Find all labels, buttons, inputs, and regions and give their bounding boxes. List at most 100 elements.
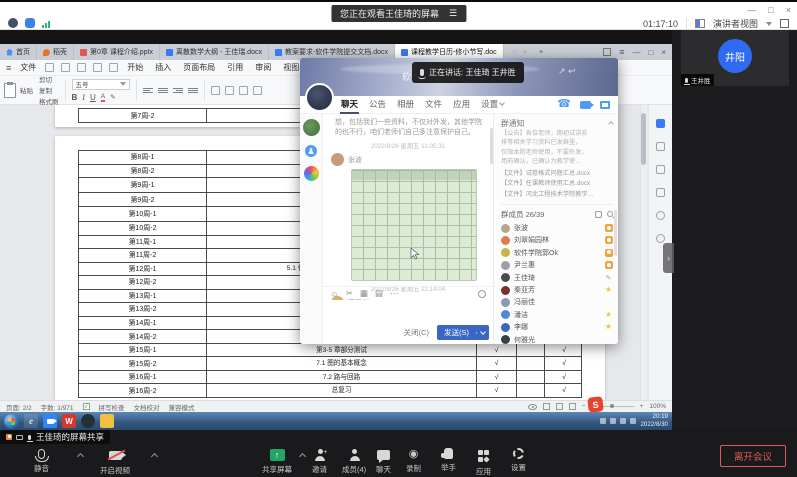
chat-tab[interactable]: 聊天 <box>340 96 359 114</box>
paste-button[interactable]: 粘贴 <box>20 85 33 95</box>
italic-button[interactable]: I <box>82 93 85 102</box>
start-button[interactable] <box>4 414 19 429</box>
member-row[interactable]: 潘洁 <box>501 309 613 321</box>
paste-icon[interactable] <box>4 83 16 98</box>
zoom-out-button[interactable]: − <box>582 403 586 410</box>
restore-button[interactable]: □ <box>768 5 773 15</box>
camera-button[interactable]: 开启视频 <box>100 449 130 476</box>
ie-taskbar-icon[interactable]: e <box>24 414 38 428</box>
wps-restore-button[interactable]: □ <box>648 48 653 57</box>
spellcheck-checkbox[interactable]: √ <box>83 403 90 410</box>
chat-tab[interactable]: 应用 <box>452 96 471 114</box>
member-row[interactable]: 刘翠娟园林 <box>501 234 613 246</box>
chat-tab[interactable]: 公告 <box>368 96 387 114</box>
mute-options-caret[interactable] <box>77 453 84 460</box>
close-tab-icon[interactable]: × <box>523 49 527 56</box>
screenshot-icon[interactable]: ✂ <box>346 288 353 299</box>
apps-button[interactable]: 应用 <box>476 449 491 477</box>
message-history-icon[interactable] <box>478 290 486 298</box>
send-button[interactable]: 发送(S) <box>437 325 489 340</box>
settings-button[interactable]: 设置 <box>511 448 526 473</box>
comment-icon[interactable] <box>656 119 665 128</box>
banner-menu-icon[interactable]: ☰ <box>449 8 457 19</box>
ribbon-menu-item[interactable]: 插入 <box>153 61 173 74</box>
participant-tile[interactable]: 井阳 王井胜 <box>681 30 789 86</box>
image-icon[interactable]: ▦ <box>360 288 368 299</box>
main-menu-icon[interactable]: ≡ <box>6 63 11 73</box>
number-list-icon[interactable] <box>225 86 234 95</box>
members-button[interactable]: 成员(4) <box>342 449 366 475</box>
search-icon[interactable] <box>607 211 613 217</box>
wps-document-tab[interactable]: 第0章 课程介绍.pptx <box>74 44 160 60</box>
tray-icon[interactable] <box>630 418 636 424</box>
panel-scrollbar[interactable] <box>614 210 617 256</box>
view-mode-selector[interactable]: 演讲者视图 <box>713 17 758 30</box>
member-row[interactable]: 王佳琦 <box>501 271 613 283</box>
invite-button[interactable]: + 邀请 <box>312 449 327 475</box>
wps-minimize-button[interactable]: — <box>632 48 640 57</box>
save-icon[interactable] <box>45 63 54 72</box>
security-shield-icon[interactable] <box>25 18 35 28</box>
chat-button[interactable]: 聊天 <box>376 449 391 475</box>
ribbon-menu-item[interactable]: 引用 <box>225 61 245 74</box>
collapse-icon[interactable] <box>608 121 614 127</box>
ribbon-menu-item[interactable]: 开始 <box>125 61 145 74</box>
member-row[interactable]: 尹兰惠 <box>501 259 613 271</box>
qq-taskbar-icon[interactable] <box>81 414 95 428</box>
zoom-in-button[interactable]: + <box>640 403 644 410</box>
history-icon[interactable] <box>656 211 665 220</box>
print-icon[interactable] <box>61 63 70 72</box>
member-row[interactable]: 李娜 <box>501 321 613 333</box>
emoji-icon[interactable]: ☺ <box>330 289 339 299</box>
contact-session-icon[interactable] <box>305 145 317 157</box>
align-right-button[interactable] <box>173 88 183 93</box>
video-call-icon[interactable] <box>580 101 591 109</box>
voice-call-icon[interactable]: ☎ <box>557 99 571 110</box>
send-options-dropdown[interactable] <box>476 332 489 334</box>
screen-share-icon[interactable] <box>600 101 610 109</box>
mute-button[interactable]: 静音 <box>34 449 49 474</box>
ribbon-menu-item[interactable]: 审阅 <box>253 61 273 74</box>
redo-icon[interactable] <box>109 63 118 72</box>
wps-promo-badge[interactable]: S <box>587 396 603 412</box>
share-screen-button[interactable]: ↑ 共享屏幕 <box>262 448 292 475</box>
tray-clock[interactable]: 20:19 2022/8/30 <box>640 413 668 429</box>
minimize-button[interactable]: — <box>747 5 756 15</box>
chat-tab[interactable]: 设置 <box>480 96 505 114</box>
copy-button[interactable]: 复制 <box>39 85 59 95</box>
add-member-icon[interactable] <box>595 211 602 218</box>
chat-tab[interactable]: 相册 <box>396 96 415 114</box>
ribbon-menu-item[interactable]: 页面布局 <box>181 61 217 74</box>
camera-options-caret[interactable] <box>151 453 158 460</box>
tray-icon[interactable] <box>610 418 616 424</box>
align-left-button[interactable] <box>143 88 153 93</box>
shading-icon[interactable] <box>253 86 262 95</box>
eye-protect-icon[interactable] <box>528 404 537 410</box>
meeting-info-icon[interactable] <box>8 18 18 28</box>
highlight-button[interactable]: ✎ <box>110 93 115 101</box>
chat-tab[interactable]: 文件 <box>424 96 443 114</box>
table-row[interactable]: 第16周-2 总复习 √ √ <box>79 383 581 397</box>
preview-icon[interactable] <box>77 63 86 72</box>
record-button[interactable]: ◉ 录制 <box>406 449 421 474</box>
wps-document-tab[interactable]: 首页 <box>0 44 37 60</box>
wps-document-tab[interactable]: 离散数学大纲 - 王佳瑞.docx <box>160 44 269 60</box>
wps-taskbar-icon[interactable]: W <box>62 414 76 428</box>
scrollbar-thumb[interactable] <box>641 113 646 165</box>
wps-document-tab[interactable]: 稻壳 <box>37 44 74 60</box>
translate-icon[interactable] <box>656 234 665 243</box>
sender-avatar[interactable] <box>331 153 344 166</box>
meeting-taskbar-icon[interactable] <box>43 414 57 428</box>
file-icon[interactable]: ▤ <box>375 288 383 299</box>
align-center-button[interactable] <box>158 88 168 93</box>
select-tool-icon[interactable] <box>656 142 665 151</box>
font-size-select[interactable]: 五号 <box>72 79 130 90</box>
raise-hand-button[interactable]: 举手 <box>441 448 456 473</box>
wps-close-button[interactable]: × <box>661 48 666 57</box>
split-view-icon[interactable] <box>603 48 611 56</box>
page-view-icon[interactable] <box>543 403 550 410</box>
table-row[interactable]: 第16周-1 7.2 路与回路 √ √ <box>79 370 581 384</box>
chevron-down-icon[interactable] <box>766 22 772 26</box>
bold-button[interactable]: B <box>72 93 78 102</box>
member-row[interactable]: 软件学院郭Ok <box>501 247 613 259</box>
